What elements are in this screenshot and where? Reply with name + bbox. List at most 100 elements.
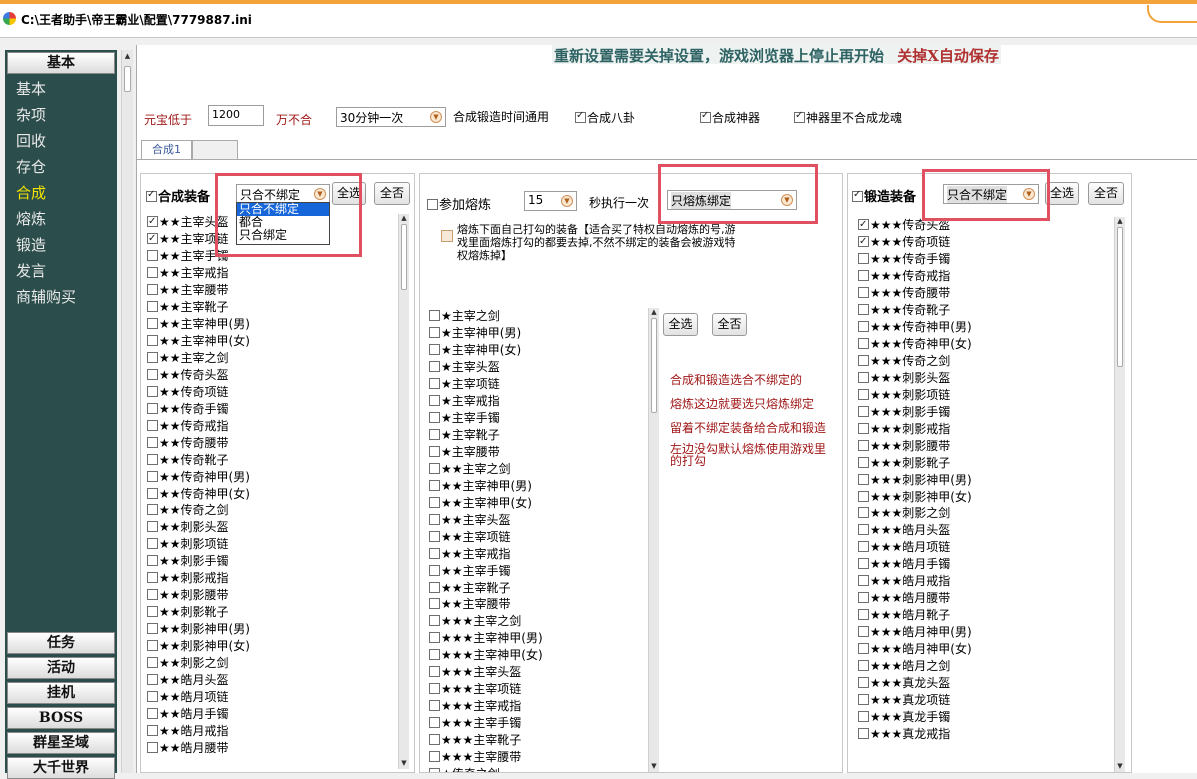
hecheng-item[interactable]: ★★传奇神甲(男) [147,469,397,486]
checkbox-icon[interactable] [858,609,869,621]
ronglian-item[interactable]: ★主宰之剑 [429,308,649,325]
checkbox-icon[interactable] [429,394,440,406]
checkbox-icon[interactable] [429,564,440,576]
checkbox-icon[interactable] [429,683,440,695]
ronglian-item[interactable]: ★主宰手镯 [429,410,649,427]
hecheng-item[interactable]: ★★皓月手镯 [147,706,397,723]
sidebar-item[interactable]: 存仓 [16,156,46,177]
hecheng-item[interactable]: ★★皓月头盔 [147,672,397,689]
checkbox-icon[interactable] [147,606,158,618]
checkbox-icon[interactable] [429,360,440,372]
scroll-thumb[interactable] [401,224,407,290]
duanzao-item[interactable]: ★★★刺影手镯 [858,404,1113,421]
duanzao-item[interactable]: ★★★刺影神甲(女) [858,489,1113,506]
sidebar-item[interactable]: 基本 [16,78,46,99]
checkbox-icon[interactable] [429,411,440,423]
duanzao-scrollbar[interactable]: ▲ ▼ [1114,217,1125,772]
hecheng-item[interactable]: ★★传奇头盔 [147,367,397,384]
checkbox-icon[interactable] [858,320,869,332]
ronglian-item[interactable]: ★传奇之剑 [429,766,649,772]
check-shenqi[interactable]: 合成神器 [700,109,760,126]
duanzao-item[interactable]: ★★★刺影头盔 [858,370,1113,387]
duanzao-item[interactable]: ★★★真龙项链 [858,692,1113,709]
checkbox-icon[interactable] [147,436,158,448]
checkbox-icon[interactable] [427,199,438,210]
checkbox-icon[interactable] [575,110,586,123]
checkbox-icon[interactable] [429,734,440,746]
checkbox-icon[interactable] [794,110,805,123]
scroll-thumb[interactable] [124,66,131,92]
checkbox-icon[interactable] [858,643,869,655]
ronglian-item[interactable]: ★主宰戒指 [429,393,649,410]
duanzao-item[interactable]: ★★★真龙手镯 [858,709,1113,726]
ronglian-item[interactable]: ★★★主宰之剑 [429,613,649,630]
ronglian-item[interactable]: ★★主宰之剑 [429,461,649,478]
yuanbao-input[interactable]: 1200 [208,105,264,126]
ronglian-select-none-button[interactable]: 全否 [712,313,747,336]
checkbox-icon[interactable] [858,405,869,417]
checkbox-icon[interactable] [147,708,158,720]
ronglian-item[interactable]: ★主宰靴子 [429,427,649,444]
checkbox-icon[interactable] [429,343,440,355]
checkbox-icon[interactable] [858,728,869,740]
checkbox-icon[interactable] [429,666,440,678]
checkbox-icon[interactable] [858,711,869,723]
ronglian-item[interactable]: ★★★主宰腰带 [429,749,649,766]
ronglian-item[interactable]: ★★★主宰项链 [429,681,649,698]
ronglian-item[interactable]: ★★★主宰神甲(女) [429,647,649,664]
hecheng-header[interactable]: 合成装备 [146,186,210,205]
checkbox-icon[interactable] [429,462,440,474]
checkbox-icon[interactable] [147,334,158,346]
scroll-down-icon[interactable]: ▼ [649,762,659,772]
checkbox-icon[interactable] [858,388,869,400]
ronglian-scrollbar[interactable]: ▲ ▼ [648,308,659,772]
checkbox-icon[interactable] [147,470,158,482]
ronglian-item[interactable]: ★主宰腰带 [429,444,649,461]
ronglian-item[interactable]: ★主宰神甲(男) [429,325,649,342]
checkbox-icon[interactable] [147,214,158,230]
checkbox-icon[interactable] [429,310,440,321]
checkbox-icon[interactable] [147,402,158,414]
sidebar-item[interactable]: 合成 [16,182,46,203]
hecheng-item[interactable]: ★★刺影项链 [147,536,397,553]
checkbox-icon[interactable] [147,589,158,601]
hecheng-item[interactable]: ★★刺影靴子 [147,604,397,621]
hecheng-item[interactable]: ★★刺影戒指 [147,570,397,587]
checkbox-icon[interactable] [858,217,869,233]
duanzao-item[interactable]: ★★★皓月项链 [858,539,1113,556]
checkbox-icon[interactable] [429,479,440,491]
checkbox-icon[interactable] [147,368,158,380]
check-longhun[interactable]: 神器里不合成龙魂 [794,109,902,126]
ronglian-item[interactable]: ★★主宰手镯 [429,563,649,580]
checkbox-icon[interactable] [147,725,158,737]
scroll-thumb[interactable] [651,318,657,413]
duanzao-item[interactable]: ★★★皓月戒指 [858,573,1113,590]
ronglian-item[interactable]: ★★★主宰头盔 [429,664,649,681]
sidebar-item[interactable]: 锻造 [16,234,46,255]
checkbox-icon[interactable] [858,473,869,485]
hecheng-item[interactable]: ★★主宰靴子 [147,299,397,316]
checkbox-icon[interactable] [858,422,869,434]
duanzao-item[interactable]: ★★★传奇靴子 [858,302,1113,319]
checkbox-icon[interactable] [147,742,158,754]
ronglian-count-select[interactable]: 15 ▼ [524,191,577,211]
checkbox-icon[interactable] [147,351,158,363]
ronglian-item[interactable]: ★★主宰靴子 [429,580,649,597]
duanzao-item[interactable]: ★★★皓月头盔 [858,522,1113,539]
checkbox-icon[interactable] [429,598,440,610]
checkbox-icon[interactable] [147,419,158,431]
duanzao-item[interactable]: ★★★皓月神甲(男) [858,624,1113,641]
hecheng-scrollbar[interactable]: ▲ ▼ [398,214,409,769]
hecheng-item[interactable]: ★★刺影腰带 [147,587,397,604]
duanzao-select-all-button[interactable]: 全选 [1045,182,1079,205]
sidebar-item[interactable]: 杂项 [16,104,46,125]
duanzao-item[interactable]: ★★★传奇之剑 [858,353,1113,370]
ronglian-item[interactable]: ★★主宰腰带 [429,596,649,613]
checkbox-icon[interactable] [147,249,158,261]
checkbox-icon[interactable] [858,626,869,638]
checkbox-icon[interactable] [858,694,869,706]
ronglian-item[interactable]: ★★★主宰靴子 [429,732,649,749]
duanzao-item[interactable]: ★★★皓月神甲(女) [858,641,1113,658]
duanzao-item[interactable]: ★★★传奇神甲(女) [858,336,1113,353]
checkbox-icon[interactable] [429,717,440,729]
